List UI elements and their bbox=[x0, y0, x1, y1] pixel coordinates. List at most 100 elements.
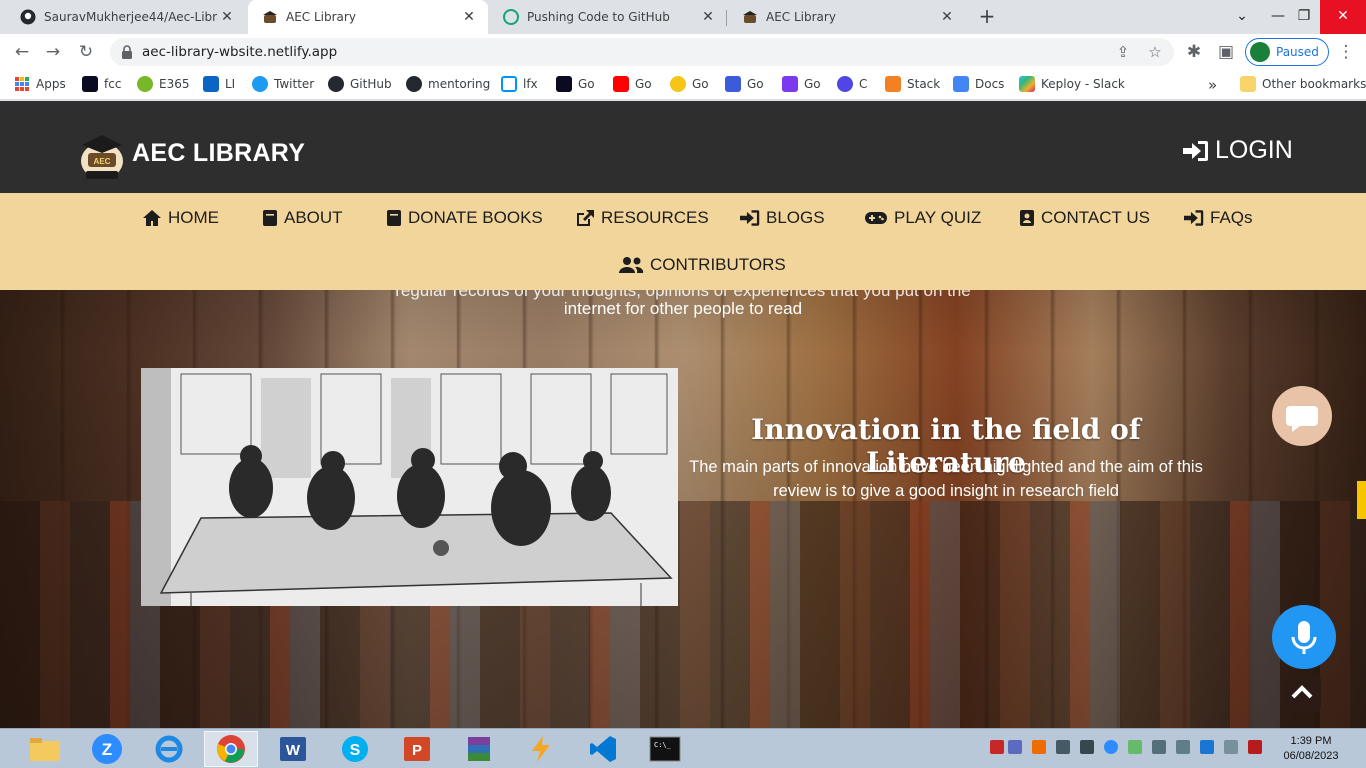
github-icon bbox=[328, 76, 344, 92]
bookmark-star-icon[interactable]: ☆ bbox=[1145, 42, 1165, 62]
nav-resources[interactable]: RESOURCES bbox=[575, 208, 709, 228]
scrollbar-thumb[interactable] bbox=[1357, 481, 1366, 519]
svg-text:Z: Z bbox=[102, 740, 112, 759]
chevron-up-icon bbox=[1291, 685, 1313, 699]
tab-aec-library-active[interactable]: AEC Library ✕ bbox=[248, 0, 488, 34]
p-icon bbox=[782, 76, 798, 92]
bookmark-c[interactable]: C bbox=[837, 76, 867, 92]
login-button[interactable]: LOGIN bbox=[1183, 136, 1293, 165]
nav-about[interactable]: ABOUT bbox=[262, 208, 343, 228]
tab-close-icon[interactable]: ✕ bbox=[460, 9, 478, 25]
side-panel-icon[interactable]: ▣ bbox=[1215, 41, 1237, 63]
reload-icon[interactable]: ↻ bbox=[75, 41, 97, 63]
internet-explorer-icon[interactable] bbox=[142, 731, 196, 767]
nav-donate-books[interactable]: DONATE BOOKS bbox=[386, 208, 543, 228]
restore-icon[interactable]: ❐ bbox=[1286, 0, 1322, 34]
tray-app-icon[interactable] bbox=[1128, 740, 1142, 754]
stackoverflow-icon bbox=[885, 76, 901, 92]
bookmark-linkedin[interactable]: LI bbox=[203, 76, 235, 92]
site-brand-title[interactable]: AEC LIBRARY bbox=[132, 139, 305, 168]
tab-github-repo[interactable]: SauravMukherjee44/Aec-Library- ✕ bbox=[6, 0, 246, 34]
zoom-tray-icon[interactable] bbox=[1104, 740, 1118, 754]
vscode-icon[interactable] bbox=[576, 731, 630, 767]
back-arrow-icon[interactable]: ← bbox=[11, 41, 33, 63]
taskbar-clock[interactable]: 1:39 PM 06/08/2023 bbox=[1276, 734, 1346, 764]
bookmark-mentoring[interactable]: mentoring bbox=[406, 76, 490, 92]
tab-search-chevron-icon[interactable]: ⌄ bbox=[1224, 0, 1260, 34]
nav-label: CONTRIBUTORS bbox=[650, 255, 786, 274]
tray-app-icon[interactable] bbox=[1224, 740, 1238, 754]
file-explorer-icon[interactable] bbox=[18, 731, 72, 767]
bookmark-twitter[interactable]: Twitter bbox=[252, 76, 314, 92]
bookmarks-overflow-chevron[interactable]: » bbox=[1208, 76, 1217, 94]
bookmark-fcc[interactable]: fcc bbox=[82, 76, 121, 92]
tray-app-icon[interactable] bbox=[1080, 740, 1094, 754]
nav-play-quiz[interactable]: PLAY QUIZ bbox=[864, 208, 981, 228]
bookmark-go-3[interactable]: Go bbox=[670, 76, 709, 92]
tray-app-icon[interactable] bbox=[1008, 740, 1022, 754]
nav-blogs[interactable]: BLOGS bbox=[740, 208, 825, 228]
bookmark-keploy-slack[interactable]: Keploy - Slack bbox=[1019, 76, 1125, 92]
tray-app-icon[interactable] bbox=[1032, 740, 1046, 754]
nav-contributors[interactable]: CONTRIBUTORS bbox=[618, 255, 786, 275]
bookmark-go-4[interactable]: Go bbox=[725, 76, 764, 92]
profile-paused-button[interactable]: Paused bbox=[1245, 38, 1329, 66]
close-window-icon[interactable]: ✕ bbox=[1320, 0, 1366, 34]
tab-aec-library[interactable]: AEC Library ✕ bbox=[728, 0, 966, 34]
scroll-to-top-button[interactable] bbox=[1283, 674, 1321, 712]
skype-icon[interactable]: S bbox=[328, 731, 382, 767]
share-icon[interactable]: ⇪ bbox=[1113, 42, 1133, 62]
sign-in-icon bbox=[1183, 140, 1208, 161]
zoom-app-icon[interactable]: Z bbox=[80, 731, 134, 767]
word-icon[interactable]: W bbox=[266, 731, 320, 767]
volume-icon[interactable] bbox=[1152, 740, 1166, 754]
clock-time: 1:39 PM bbox=[1290, 735, 1332, 747]
bookmark-stack[interactable]: Stack bbox=[885, 76, 940, 92]
microphone-icon bbox=[1291, 621, 1317, 654]
nav-label: RESOURCES bbox=[601, 208, 709, 227]
tab-close-icon[interactable]: ✕ bbox=[938, 9, 956, 25]
bookmark-lfx[interactable]: lfx bbox=[501, 76, 538, 92]
bookmark-label: mentoring bbox=[428, 77, 491, 91]
command-prompt-icon[interactable]: C:\_ bbox=[638, 731, 692, 767]
nav-label: DONATE BOOKS bbox=[408, 208, 543, 227]
forward-arrow-icon[interactable]: → bbox=[42, 41, 64, 63]
address-bar[interactable]: aec-library-wbsite.netlify.app ⇪ ☆ bbox=[110, 38, 1174, 66]
menu-kebab-icon[interactable]: ⋮ bbox=[1335, 41, 1357, 63]
chrome-taskbar-icon[interactable] bbox=[204, 731, 258, 767]
library-reading-room-illustration[interactable] bbox=[141, 368, 678, 606]
tab-title: SauravMukherjee44/Aec-Library- bbox=[44, 10, 218, 24]
voice-search-mic-button[interactable] bbox=[1272, 605, 1336, 669]
tab-pushing-code[interactable]: Pushing Code to GitHub ✕ bbox=[489, 0, 727, 34]
twitter-bird-icon bbox=[252, 76, 268, 92]
winrar-icon[interactable] bbox=[452, 731, 506, 767]
nav-home[interactable]: HOME bbox=[142, 208, 219, 228]
extensions-puzzle-icon[interactable]: ✱ bbox=[1183, 41, 1205, 63]
engraving-image bbox=[141, 368, 678, 606]
tray-app-icon[interactable] bbox=[1056, 740, 1070, 754]
chat-widget-button[interactable] bbox=[1272, 386, 1332, 446]
tray-app-icon[interactable] bbox=[1248, 740, 1262, 754]
bookmark-go-2[interactable]: Go bbox=[613, 76, 652, 92]
tab-close-icon[interactable]: ✕ bbox=[699, 9, 717, 25]
new-tab-plus-icon[interactable]: + bbox=[976, 5, 998, 27]
bookmark-go-1[interactable]: Go bbox=[556, 76, 595, 92]
network-signal-icon[interactable] bbox=[1176, 740, 1190, 754]
powerpoint-icon[interactable]: P bbox=[390, 731, 444, 767]
bookmark-docs[interactable]: Docs bbox=[953, 76, 1004, 92]
contact-card-icon bbox=[1020, 210, 1034, 226]
nav-faqs[interactable]: FAQs bbox=[1184, 208, 1253, 228]
bookmark-apps[interactable]: Apps bbox=[14, 76, 66, 92]
lightning-app-icon[interactable] bbox=[514, 731, 568, 767]
aec-library-logo[interactable]: AEC bbox=[78, 131, 126, 181]
bookmark-github[interactable]: GitHub bbox=[328, 76, 392, 92]
bookmark-go-5[interactable]: Go bbox=[782, 76, 821, 92]
warning-icon[interactable] bbox=[990, 740, 1004, 754]
other-bookmarks-folder[interactable]: Other bookmarks bbox=[1240, 76, 1366, 92]
tab-close-icon[interactable]: ✕ bbox=[218, 9, 236, 25]
nav-contact-us[interactable]: CONTACT US bbox=[1019, 208, 1150, 228]
bookmarks-bar: Apps fcc E365 LI Twitter GitHub mentorin… bbox=[0, 70, 1366, 100]
tray-app-icon[interactable] bbox=[1200, 740, 1214, 754]
bookmark-e365[interactable]: E365 bbox=[137, 76, 190, 92]
bookmark-label: C bbox=[859, 77, 868, 91]
